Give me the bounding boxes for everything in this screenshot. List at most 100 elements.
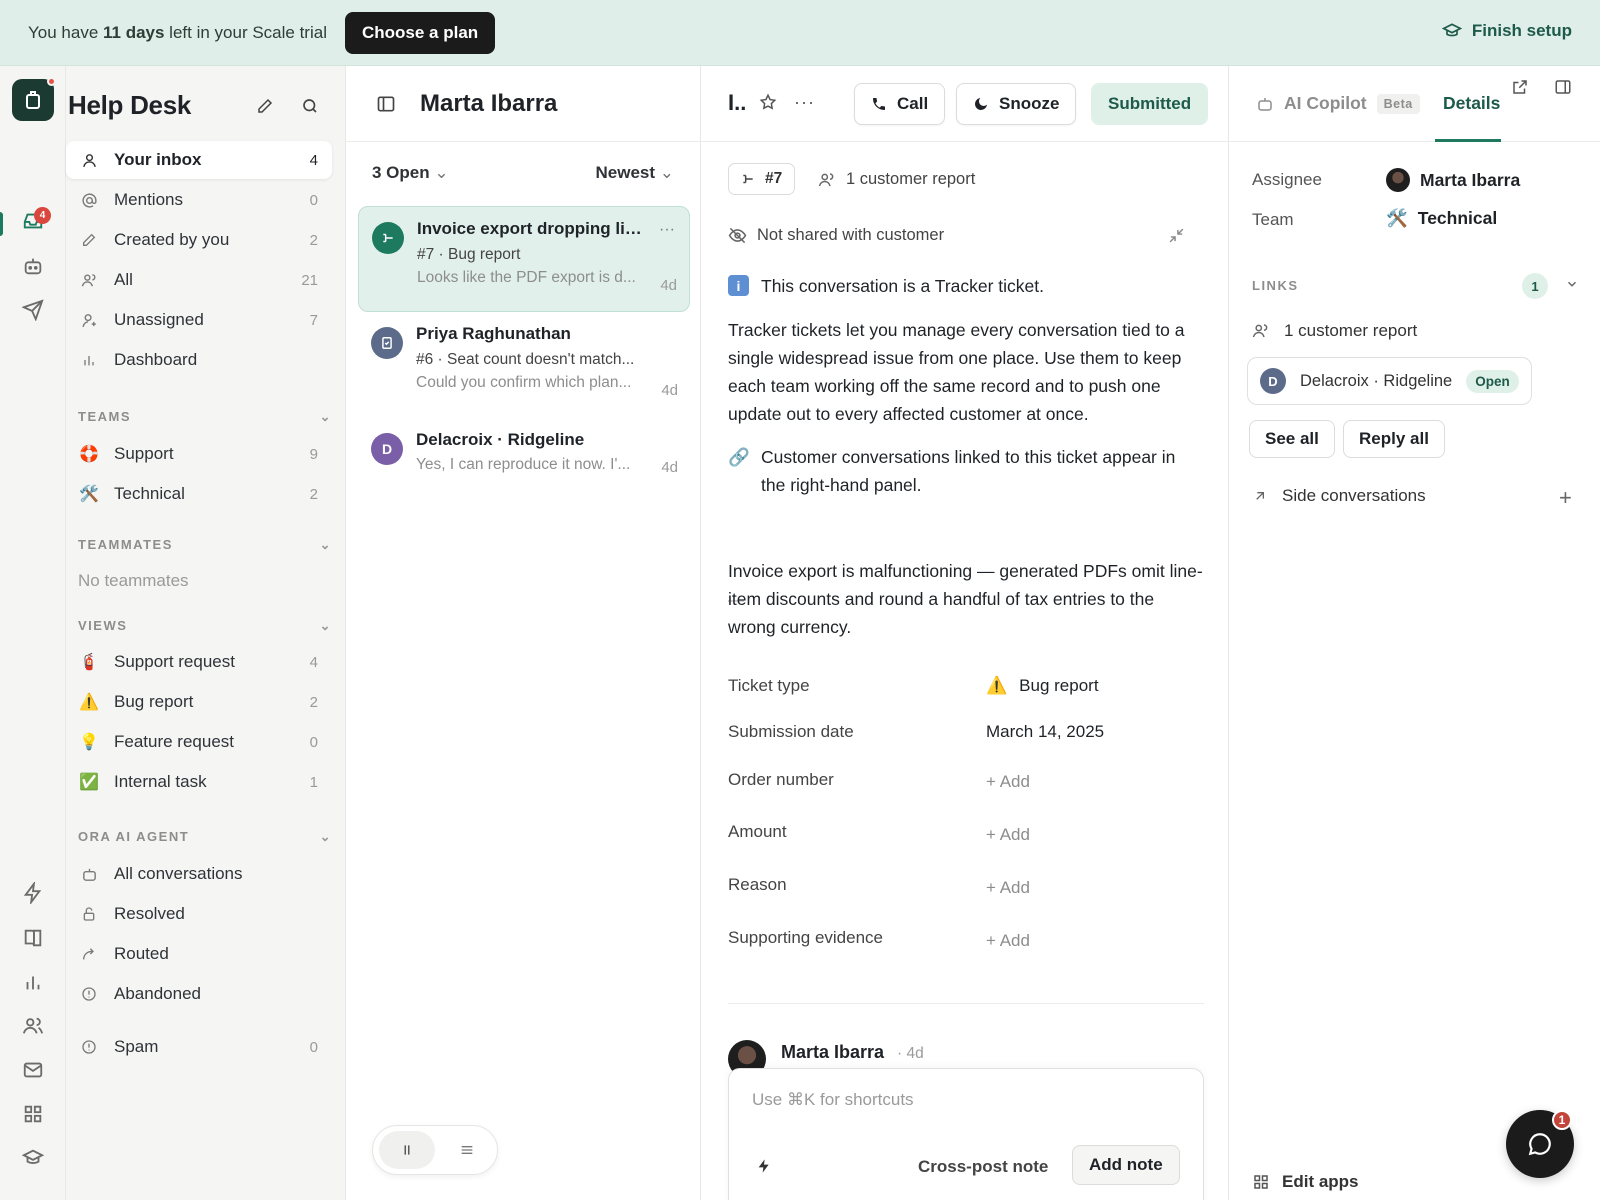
columns-view-icon[interactable] bbox=[379, 1131, 435, 1169]
tracker-notice-text: This conversation is a Tracker ticket. bbox=[761, 276, 1045, 296]
attribute-label: Order number bbox=[728, 770, 834, 789]
conversation-item[interactable]: Priya Raghunathan #6 · Seat count doesn'… bbox=[358, 312, 690, 412]
open-filter-dropdown[interactable]: 3 Open ⌄ bbox=[372, 163, 449, 183]
add-note-button[interactable]: Add note bbox=[1072, 1145, 1180, 1185]
ai-agent-section-header[interactable]: ORA AI AGENT ⌄ bbox=[78, 829, 332, 844]
sidebar-item-created-by-you[interactable]: Created by you 2 bbox=[66, 221, 332, 259]
messenger-badge: 1 bbox=[1552, 1110, 1572, 1130]
tab-ai-copilot[interactable]: AI Copilot Beta bbox=[1256, 93, 1420, 114]
sidebar-item-resolved[interactable]: Resolved bbox=[66, 895, 332, 933]
ticket-type-value[interactable]: ⚠️ Bug report bbox=[986, 676, 1099, 696]
sidebar-item-internal-task[interactable]: ✅ Internal task 1 bbox=[66, 763, 332, 801]
edit-apps-button[interactable]: Edit apps bbox=[1252, 1172, 1359, 1192]
sidebar-item-all-conversations[interactable]: All conversations bbox=[66, 855, 332, 893]
side-conversations-row[interactable]: Side conversations bbox=[1252, 486, 1426, 506]
chevron-down-icon[interactable] bbox=[1565, 277, 1579, 291]
list-view-icon[interactable] bbox=[439, 1131, 495, 1169]
send-icon[interactable] bbox=[21, 298, 45, 322]
order-number-add[interactable]: + Add bbox=[986, 772, 1030, 792]
ticket-title[interactable]: I.. bbox=[728, 90, 746, 116]
conversation-item[interactable]: Invoice export dropping lin... #7 · Bug … bbox=[358, 206, 690, 312]
sidebar-item-support[interactable]: 🛟 Support 9 bbox=[66, 435, 332, 473]
amount-add[interactable]: + Add bbox=[986, 825, 1030, 845]
tracker-notice: i This conversation is a Tracker ticket. bbox=[728, 272, 1204, 300]
star-icon[interactable] bbox=[759, 93, 777, 111]
bar-chart-icon[interactable] bbox=[21, 970, 45, 994]
lock-icon bbox=[79, 904, 99, 924]
collapse-icon[interactable] bbox=[1168, 227, 1185, 244]
sidebar-item-abandoned[interactable]: Abandoned bbox=[66, 975, 332, 1013]
beta-badge: Beta bbox=[1376, 93, 1420, 114]
sidebar-item-technical[interactable]: 🛠️ Technical 2 bbox=[66, 475, 332, 513]
linked-conversation-card[interactable]: D Delacroix · Ridgeline Open bbox=[1247, 357, 1532, 405]
message-age: · 4d bbox=[897, 1045, 924, 1062]
sidebar-item-mentions[interactable]: Mentions 0 bbox=[66, 181, 332, 219]
moon-icon bbox=[973, 96, 989, 112]
compose-icon[interactable] bbox=[253, 94, 277, 118]
panel-toggle-icon[interactable] bbox=[1554, 78, 1572, 96]
sidebar-item-dashboard[interactable]: Dashboard bbox=[66, 341, 332, 379]
sidebar-item-unassigned[interactable]: Unassigned 7 bbox=[66, 301, 332, 339]
team-value[interactable]: 🛠️ Technical bbox=[1386, 208, 1497, 229]
details-tabs: AI Copilot Beta Details bbox=[1229, 66, 1600, 142]
sidebar-item-count: 0 bbox=[309, 733, 318, 751]
list-title: Marta Ibarra bbox=[420, 89, 558, 117]
bot-icon[interactable] bbox=[21, 254, 45, 278]
app-logo[interactable] bbox=[12, 77, 56, 121]
customer-report-row[interactable]: 1 customer report bbox=[1252, 321, 1417, 341]
more-options-icon[interactable]: ··· bbox=[659, 221, 675, 239]
sidebar-item-support-request[interactable]: 🧯 Support request 4 bbox=[66, 643, 332, 681]
mail-icon[interactable] bbox=[21, 1058, 45, 1082]
lightning-icon[interactable] bbox=[21, 881, 45, 905]
note-composer[interactable]: Use ⌘K for shortcuts Cross-post note Add… bbox=[728, 1068, 1204, 1200]
sort-dropdown[interactable]: Newest ⌄ bbox=[595, 163, 674, 183]
snooze-button[interactable]: Snooze bbox=[956, 83, 1077, 125]
conversation-item[interactable]: D Delacroix · Ridgeline Yes, I can repro… bbox=[358, 418, 690, 498]
sidebar-toggle-icon[interactable] bbox=[376, 94, 396, 114]
conversation-title: Delacroix · Ridgeline bbox=[416, 430, 585, 449]
add-side-conversation-icon[interactable]: + bbox=[1559, 485, 1572, 511]
call-button[interactable]: Call bbox=[854, 83, 946, 125]
views-section-header[interactable]: VIEWS ⌄ bbox=[78, 618, 332, 633]
submitted-status-button[interactable]: Submitted bbox=[1091, 83, 1209, 125]
messenger-launcher[interactable]: 1 bbox=[1506, 1110, 1574, 1178]
sidebar-item-bug-report[interactable]: ⚠️ Bug report 2 bbox=[66, 683, 332, 721]
ticket-id-chip[interactable]: #7 bbox=[728, 163, 796, 195]
sidebar-item-all[interactable]: All 21 bbox=[66, 261, 332, 299]
sidebar-item-routed[interactable]: Routed bbox=[66, 935, 332, 973]
finish-setup-button[interactable]: Finish setup bbox=[1441, 21, 1572, 41]
sidebar-item-feature-request[interactable]: 💡 Feature request 0 bbox=[66, 723, 332, 761]
bar-chart-icon bbox=[79, 350, 99, 370]
choose-plan-button[interactable]: Choose a plan bbox=[344, 11, 496, 54]
sidebar-item-spam[interactable]: Spam 0 bbox=[66, 1028, 332, 1066]
assignee-label: Assignee bbox=[1252, 170, 1322, 189]
book-icon[interactable] bbox=[21, 926, 45, 950]
search-icon[interactable] bbox=[298, 94, 322, 118]
no-teammates-text: No teammates bbox=[78, 571, 189, 590]
teammates-section-header[interactable]: TEAMMATES ⌄ bbox=[78, 537, 332, 552]
external-link-icon[interactable] bbox=[1511, 78, 1529, 96]
customer-report-link[interactable]: 1 customer report bbox=[818, 170, 975, 189]
supporting-evidence-add[interactable]: + Add bbox=[986, 931, 1030, 951]
graduation-cap-icon[interactable] bbox=[21, 1146, 45, 1170]
reply-all-button[interactable]: Reply all bbox=[1343, 420, 1445, 458]
ticket-panel: I.. ··· Call Snooze Submitted #7 1 custo… bbox=[701, 66, 1229, 1200]
warning-icon: ⚠️ bbox=[79, 694, 99, 711]
submission-date-value[interactable]: March 14, 2025 bbox=[986, 722, 1104, 742]
assignee-value[interactable]: Marta Ibarra bbox=[1386, 168, 1520, 192]
cross-post-note-button[interactable]: Cross-post note bbox=[918, 1157, 1048, 1177]
reason-add[interactable]: + Add bbox=[986, 878, 1030, 898]
chevron-down-icon: ⌄ bbox=[659, 163, 674, 182]
see-all-button[interactable]: See all bbox=[1249, 420, 1335, 458]
tab-details[interactable]: Details bbox=[1443, 93, 1500, 114]
people-icon bbox=[818, 171, 836, 189]
more-options-icon[interactable]: ··· bbox=[794, 92, 815, 113]
sidebar-item-your-inbox[interactable]: Your inbox 4 bbox=[66, 141, 332, 179]
composer-placeholder[interactable]: Use ⌘K for shortcuts bbox=[752, 1090, 914, 1110]
teams-section-header[interactable]: TEAMS ⌄ bbox=[78, 409, 332, 424]
apps-grid-icon[interactable] bbox=[21, 1102, 45, 1126]
sidebar-item-label: Created by you bbox=[114, 230, 230, 249]
lightning-icon[interactable] bbox=[756, 1158, 772, 1174]
sidebar-item-label: Feature request bbox=[114, 732, 235, 751]
people-icon[interactable] bbox=[21, 1014, 45, 1038]
